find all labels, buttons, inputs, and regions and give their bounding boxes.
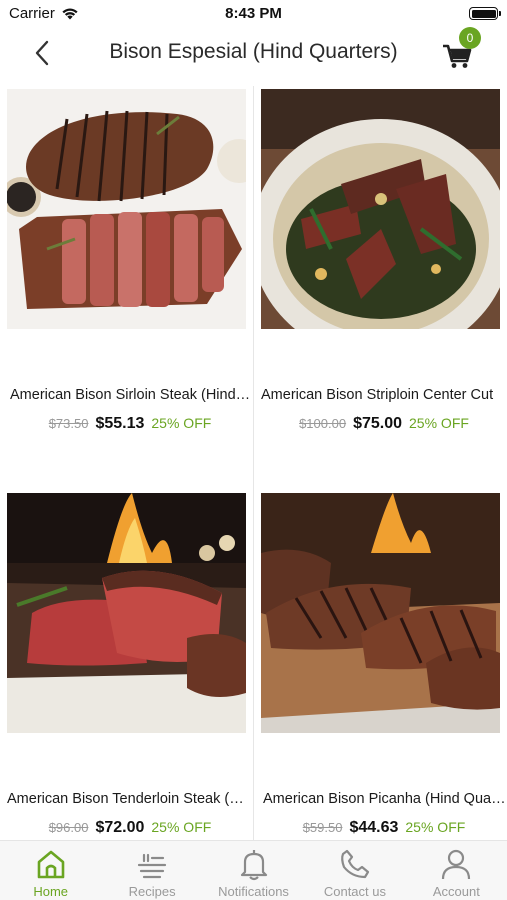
sale-price: $72.00	[95, 819, 145, 836]
price-row: $100.00 $75.00 25% OFF	[261, 415, 507, 433]
chevron-left-icon	[35, 40, 49, 66]
sale-price: $44.63	[349, 819, 399, 836]
original-price: $73.50	[48, 416, 89, 431]
product-name: American Bison Picanha (Hind Quarter)	[263, 791, 507, 807]
status-bar: Carrier 8:43 PM	[0, 0, 507, 28]
grid-divider	[253, 86, 254, 840]
tab-recipes[interactable]: Recipes	[101, 841, 202, 900]
product-name: American Bison Tenderloin Steak (Hind Qu…	[7, 791, 253, 807]
product-card[interactable]: American Bison Sirloin Steak (Hind Quart…	[7, 89, 253, 434]
discount-badge: 25% OFF	[409, 415, 469, 431]
sale-price: $75.00	[353, 415, 403, 432]
price-row: $73.50 $55.13 25% OFF	[7, 415, 253, 433]
recipes-icon	[138, 853, 167, 879]
sale-price: $55.13	[95, 415, 145, 432]
grilled-sirloin-steak-photo	[7, 89, 246, 329]
battery-icon	[469, 7, 501, 20]
original-price: $96.00	[48, 820, 89, 835]
product-grid: American Bison Sirloin Steak (Hind Quart…	[0, 86, 507, 840]
tab-label: Home	[33, 884, 69, 899]
bottom-tab-bar: Home Recipes Notifications Contact us Ac…	[0, 840, 507, 900]
tab-label: Account	[432, 884, 480, 899]
price-row: $59.50 $44.63 25% OFF	[261, 819, 507, 837]
tab-notifications[interactable]: Notifications	[203, 841, 304, 900]
bell-icon	[240, 850, 267, 881]
phone-icon	[341, 849, 370, 879]
price-row: $96.00 $72.00 25% OFF	[7, 819, 253, 837]
cart-count-badge: 0	[459, 27, 481, 49]
original-price: $59.50	[302, 820, 343, 835]
product-card[interactable]: American Bison Picanha (Hind Quarter) $5…	[261, 493, 507, 838]
picanha-grill-photo	[261, 493, 500, 733]
tab-home[interactable]: Home	[0, 841, 101, 900]
product-card[interactable]: American Bison Tenderloin Steak (Hind Qu…	[7, 493, 253, 838]
discount-badge: 25% OFF	[151, 819, 212, 835]
tab-account[interactable]: Account	[406, 841, 507, 900]
product-name: American Bison Sirloin Steak (Hind Quart…	[10, 387, 253, 403]
back-button[interactable]	[28, 38, 58, 68]
tab-label: Contact us	[323, 884, 386, 899]
product-name: American Bison Striploin Center Cut	[261, 387, 494, 403]
status-time: 8:43 PM	[225, 5, 282, 22]
product-card[interactable]: American Bison Striploin Center Cut $100…	[261, 89, 507, 434]
tab-contact-us[interactable]: Contact us	[304, 841, 405, 900]
home-icon	[37, 850, 65, 879]
page-title: Bison Espesial (Hind Quarters)	[109, 40, 398, 63]
striploin-salad-bowl-photo	[261, 89, 500, 329]
tenderloin-grill-photo	[7, 493, 246, 733]
discount-badge: 25% OFF	[151, 415, 212, 431]
discount-badge: 25% OFF	[405, 819, 466, 835]
tab-label: Recipes	[128, 884, 176, 899]
tab-label: Notifications	[218, 884, 289, 899]
original-price: $100.00	[299, 416, 347, 431]
nav-bar: Bison Espesial (Hind Quarters)	[0, 28, 507, 78]
user-icon	[442, 849, 471, 880]
